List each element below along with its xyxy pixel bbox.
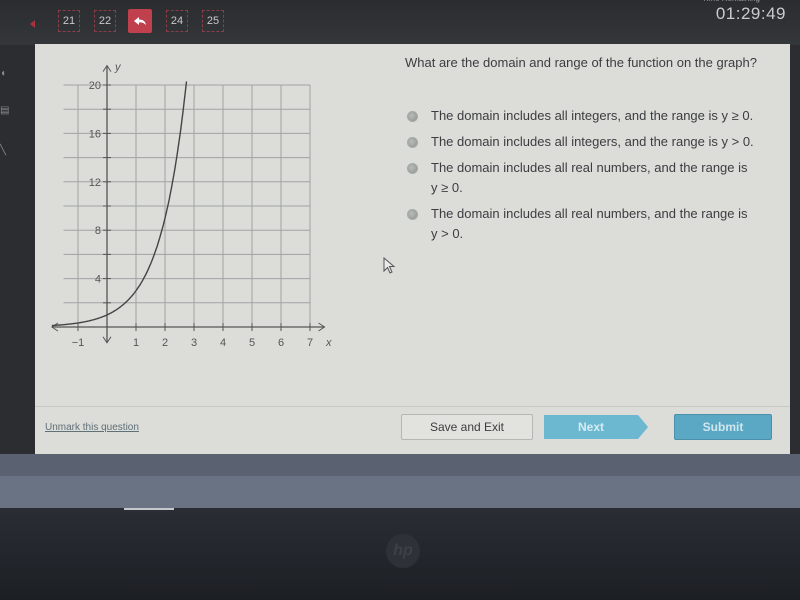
question-nav-22[interactable]: 22 bbox=[94, 10, 116, 32]
option-text: The domain includes all integers, and th… bbox=[431, 134, 754, 149]
next-button-arrow[interactable] bbox=[638, 415, 648, 439]
mouse-cursor-icon bbox=[383, 257, 396, 274]
question-nav-current[interactable] bbox=[128, 9, 152, 33]
question-prompt: What are the domain and range of the fun… bbox=[405, 55, 757, 70]
x-tick-label: 1 bbox=[133, 337, 139, 349]
x-tick-label: 4 bbox=[220, 337, 226, 349]
y-tick-label: 8 bbox=[95, 225, 101, 237]
y-tick-label: 4 bbox=[95, 274, 101, 286]
x-tick-label: 7 bbox=[307, 337, 313, 349]
screen-edge-lower bbox=[0, 476, 800, 508]
y-tick-label: 20 bbox=[89, 80, 101, 92]
radio-button[interactable] bbox=[407, 111, 418, 122]
hp-logo-icon: hp bbox=[386, 534, 420, 568]
submit-button[interactable]: Submit bbox=[674, 414, 772, 440]
function-graph: −1 1 2 3 4 5 6 7 4 8 12 16 20 x y bbox=[35, 59, 355, 379]
pencil-icon[interactable]: ╲ bbox=[0, 145, 6, 156]
side-tool-icon[interactable]: ◖ bbox=[0, 68, 6, 79]
option-text: The domain includes all integers, and th… bbox=[431, 108, 754, 123]
y-tick-label: 12 bbox=[89, 177, 101, 189]
option-text: The domain includes all real numbers, an… bbox=[431, 206, 748, 221]
radio-button[interactable] bbox=[407, 137, 418, 148]
screen-edge bbox=[0, 454, 800, 476]
divider bbox=[35, 406, 790, 407]
bezel-highlight bbox=[124, 508, 174, 510]
radio-button[interactable] bbox=[407, 163, 418, 174]
reply-arrow-icon bbox=[134, 17, 146, 25]
x-tick-label: 5 bbox=[249, 337, 255, 349]
x-tick-label: −1 bbox=[72, 337, 85, 349]
save-and-exit-button[interactable]: Save and Exit bbox=[401, 414, 533, 440]
top-bar: 21 22 24 25 Time Remaining 01:29:49 bbox=[0, 0, 800, 45]
answer-option-4[interactable]: The domain includes all real numbers, an… bbox=[407, 204, 787, 244]
x-tick-label: 3 bbox=[191, 337, 197, 349]
y-axis-label: y bbox=[114, 61, 122, 73]
question-nav-25[interactable]: 25 bbox=[202, 10, 224, 32]
y-tick-label: 16 bbox=[89, 128, 101, 140]
option-text: The domain includes all real numbers, an… bbox=[431, 160, 748, 175]
unmark-question-link[interactable]: Unmark this question bbox=[45, 422, 139, 433]
x-axis-label: x bbox=[325, 337, 332, 349]
timer-label: Time Remaining bbox=[702, 0, 760, 3]
answer-option-1[interactable]: The domain includes all integers, and th… bbox=[407, 106, 787, 126]
option-text-continued: y > 0. bbox=[431, 226, 464, 241]
answer-option-2[interactable]: The domain includes all integers, and th… bbox=[407, 132, 787, 152]
x-tick-label: 2 bbox=[162, 337, 168, 349]
answer-option-3[interactable]: The domain includes all real numbers, an… bbox=[407, 158, 787, 198]
x-tick-label: 6 bbox=[278, 337, 284, 349]
option-text-continued: y ≥ 0. bbox=[431, 180, 463, 195]
next-button[interactable]: Next bbox=[544, 415, 638, 439]
radio-button[interactable] bbox=[407, 209, 418, 220]
question-nav-21[interactable]: 21 bbox=[58, 10, 80, 32]
calculator-icon[interactable]: ▤ bbox=[0, 105, 9, 116]
function-curve bbox=[51, 81, 188, 327]
previous-arrow-icon[interactable] bbox=[30, 20, 35, 28]
timer: 01:29:49 bbox=[715, 4, 786, 23]
question-nav-24[interactable]: 24 bbox=[166, 10, 188, 32]
question-panel: −1 1 2 3 4 5 6 7 4 8 12 16 20 x y What are the domain … bbox=[35, 44, 790, 454]
graph-svg: −1 1 2 3 4 5 6 748121620xy bbox=[50, 61, 332, 349]
answer-options: The domain includes all integers, and th… bbox=[407, 106, 787, 250]
